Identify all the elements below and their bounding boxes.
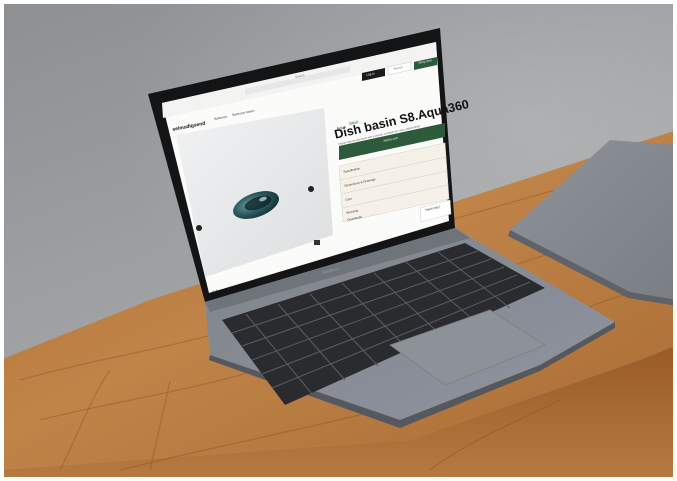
zoom-icon (314, 240, 320, 245)
photo-scene: Search selmsdigsend Bathroom Bathroom ba… (0, 0, 677, 481)
next-image-arrow (308, 186, 314, 192)
prev-image-arrow (196, 225, 202, 231)
scene-svg (0, 28, 677, 481)
